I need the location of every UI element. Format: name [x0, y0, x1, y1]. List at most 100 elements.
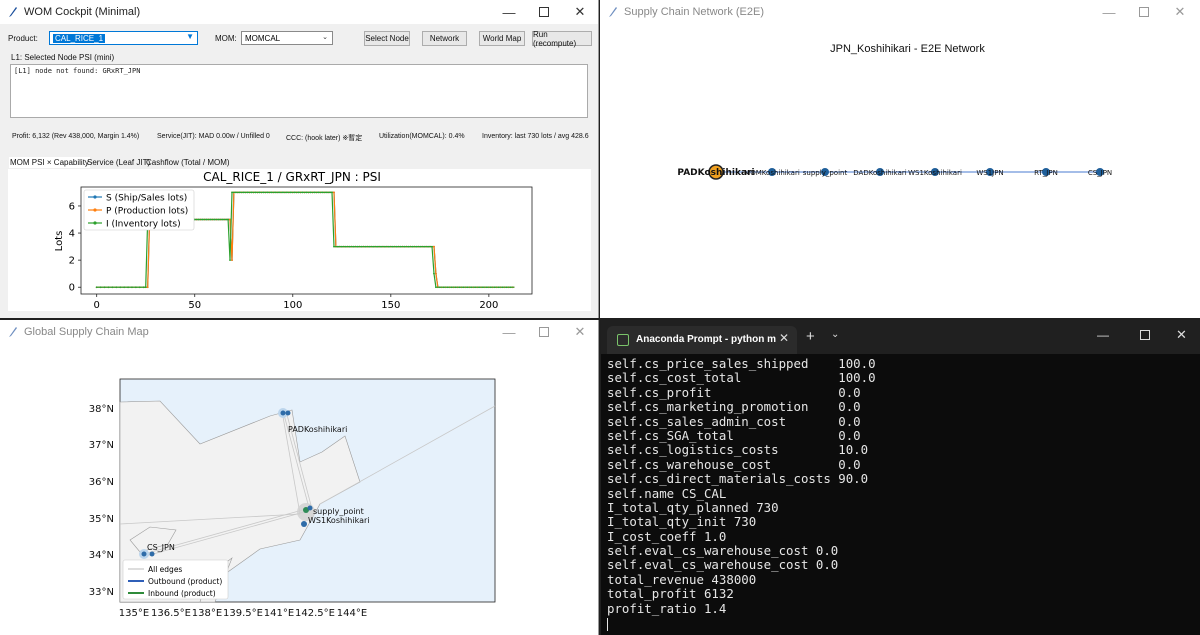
- network-graph: PADKoshihikariMOMKoshihikari supply_point…: [677, 164, 1112, 180]
- close-icon[interactable]: ✕: [563, 320, 597, 344]
- series-point: [317, 191, 320, 194]
- network-button[interactable]: Network: [422, 31, 467, 46]
- terminal-line: I_total_qty_planned 730: [607, 499, 779, 515]
- series-point: [380, 245, 382, 248]
- series-point: [403, 245, 406, 248]
- series-point: [325, 191, 328, 194]
- series-point: [297, 191, 300, 194]
- network-node-label: WS1Koshihikari: [908, 169, 962, 177]
- terminal-line: self.cs_cost_total 100.0: [607, 370, 876, 386]
- product-select[interactable]: CAL_RICE_1 ▼: [49, 31, 198, 45]
- maximize-icon[interactable]: [1127, 0, 1161, 24]
- maximize-icon[interactable]: [527, 320, 561, 344]
- tab-cashflow[interactable]: Cashflow (Total / MOM): [146, 158, 230, 167]
- lon-tick-label: 139.5°E: [223, 608, 263, 619]
- network-node-label: MOMKoshihikari: [744, 169, 800, 177]
- product-label: Product:: [8, 34, 38, 43]
- series-point: [107, 286, 110, 289]
- series-point: [127, 286, 129, 289]
- series-point: [391, 245, 394, 248]
- terminal-tabbar: Anaconda Prompt - python m ✕ + ⌄ — ✕: [601, 320, 1200, 354]
- series-point: [336, 245, 339, 248]
- terminal-line: self.cs_direct_materials_costs 90.0: [607, 471, 869, 487]
- terminal-line: self.cs_profit 0.0: [607, 384, 861, 400]
- series-point: [99, 286, 102, 289]
- terminal-line: self.cs_marketing_promotion 0.0: [607, 399, 861, 415]
- tab-service[interactable]: Service (Leaf JIT): [87, 158, 150, 167]
- legend-entry: I (Inventory lots): [106, 220, 181, 230]
- series-point: [144, 286, 147, 289]
- minimize-icon[interactable]: —: [1092, 0, 1126, 24]
- tab-mom-psi[interactable]: MOM PSI × Capability: [9, 157, 90, 168]
- series-point: [197, 218, 200, 221]
- series-point: [446, 286, 449, 289]
- series-point: [486, 286, 488, 289]
- series-point: [131, 286, 133, 289]
- lon-tick-label: 144°E: [337, 608, 367, 619]
- series-point: [227, 218, 229, 221]
- terminal-output[interactable]: self.cs_price_sales_shipped 100.0 self.cs…: [607, 356, 1197, 616]
- series-point: [266, 191, 269, 194]
- legend-entry: S (Ship/Sales lots): [106, 194, 187, 204]
- terminal-line: self.cs_SGA_total 0.0: [607, 427, 861, 443]
- close-icon[interactable]: ✕: [1176, 327, 1187, 343]
- close-icon[interactable]: ✕: [1163, 0, 1197, 24]
- series-point: [293, 191, 296, 194]
- series-point: [384, 245, 386, 248]
- select-node-button[interactable]: Select Node: [364, 31, 410, 46]
- new-tab-icon[interactable]: +: [806, 328, 815, 345]
- series-point: [376, 245, 378, 248]
- maximize-icon[interactable]: [1140, 330, 1150, 340]
- y-tick-label: 4: [69, 229, 75, 240]
- lon-tick-label: 142.5°E: [295, 608, 335, 619]
- series-point: [423, 245, 426, 248]
- minimize-icon[interactable]: —: [492, 0, 526, 24]
- series-point: [321, 191, 324, 194]
- x-tick-label: 50: [188, 300, 201, 311]
- terminal-window: Anaconda Prompt - python m ✕ + ⌄ — ✕ sel…: [601, 320, 1200, 635]
- tab-dropdown-icon[interactable]: ⌄: [831, 329, 839, 340]
- series-point: [419, 245, 422, 248]
- series-point: [238, 191, 241, 194]
- lat-tick-label: 36°N: [89, 477, 114, 488]
- legend-outbound: Outbound (product): [148, 577, 222, 586]
- map-title: Global Supply Chain Map: [24, 326, 149, 338]
- lat-tick-label: 33°N: [89, 587, 114, 598]
- series-point: [509, 286, 512, 289]
- series-point: [331, 191, 333, 194]
- series-point: [221, 218, 224, 221]
- lon-tick-label: 138°E: [192, 608, 222, 619]
- series-point: [364, 245, 367, 248]
- series-point: [119, 286, 122, 289]
- minimize-icon[interactable]: —: [492, 320, 526, 344]
- y-tick-label: 6: [69, 201, 75, 212]
- cockpit-window: WOM Cockpit (Minimal) — ✕ Product: CAL_R…: [0, 0, 599, 318]
- chevron-down-icon: ▼: [186, 32, 194, 41]
- series-point: [115, 286, 118, 289]
- tab-close-icon[interactable]: ✕: [779, 331, 789, 345]
- series-point: [333, 191, 335, 194]
- series-point: [501, 286, 504, 289]
- series-point: [274, 191, 277, 194]
- psi-chart: CAL_RICE_1 / GRxRT_JPN : PSI Lots 0 50 100…: [8, 169, 591, 311]
- series-point: [278, 191, 280, 194]
- terminal-tab-title: Anaconda Prompt - python m: [636, 334, 776, 345]
- series-point: [348, 245, 351, 248]
- minimize-icon[interactable]: —: [1097, 328, 1109, 342]
- series-point: [360, 245, 363, 248]
- world-map-button[interactable]: World Map: [479, 31, 525, 46]
- mom-select[interactable]: MOMCAL ⌄: [241, 31, 333, 45]
- maximize-icon[interactable]: [527, 0, 561, 24]
- legend-all-edges: All edges: [148, 565, 182, 574]
- terminal-tab[interactable]: Anaconda Prompt - python m ✕: [607, 326, 797, 354]
- series-point: [282, 191, 284, 194]
- series-point: [146, 286, 149, 289]
- run-recompute-button[interactable]: Run (recompute): [532, 30, 592, 48]
- map-label-west: CS_JPN: [147, 543, 175, 552]
- lon-tick-label: 141°E: [264, 608, 294, 619]
- l1-textbox[interactable]: [L1] node not found: GRxRT_JPN: [10, 64, 588, 118]
- network-title: Supply Chain Network (E2E): [624, 6, 765, 18]
- series-point: [333, 245, 335, 248]
- series-point: [135, 286, 137, 289]
- close-icon[interactable]: ✕: [563, 0, 597, 24]
